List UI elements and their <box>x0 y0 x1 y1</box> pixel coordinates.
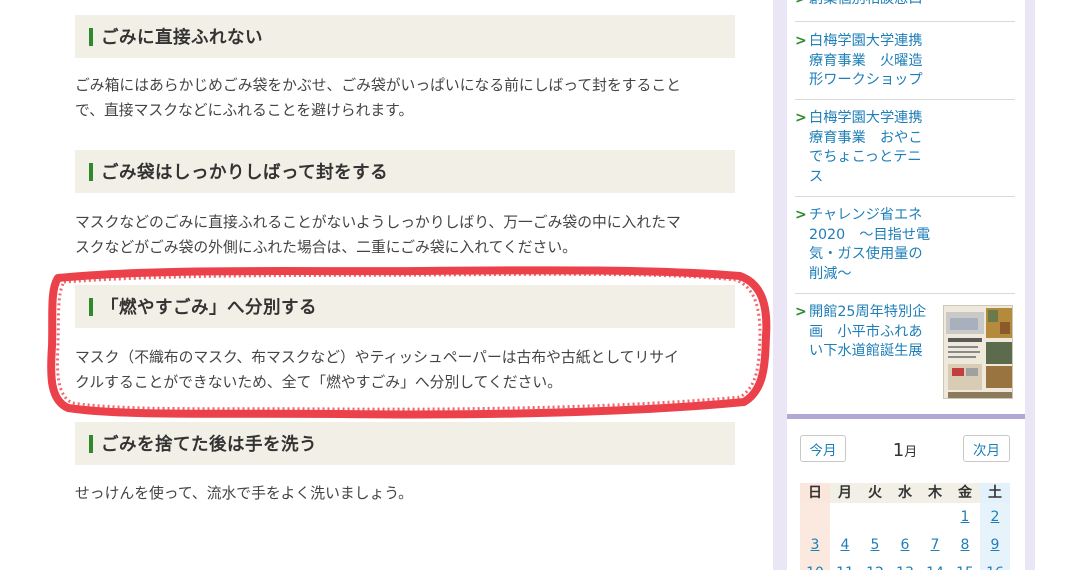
section-paragraph-4: せっけんを使って、流水で手をよく洗いましょう。 <box>75 481 735 506</box>
calendar-day[interactable]: 2 <box>980 503 1010 531</box>
chevron-right-icon: > <box>795 304 807 320</box>
heading-bar-icon <box>89 297 93 316</box>
paragraph-line: せっけんを使って、流水で手をよく洗いましょう。 <box>75 485 413 502</box>
chevron-right-icon: > <box>795 110 807 126</box>
calendar-day[interactable]: 10 <box>800 559 830 570</box>
sidebar-link[interactable]: 開館25周年特別企画 小平市ふれあい下水道館誕生展 <box>809 303 927 362</box>
weekday-thu: 木 <box>920 483 950 503</box>
sidebar-link[interactable]: チャレンジ省エネ2020 ～目指せ電気・ガス使用量の削減～ <box>809 206 931 284</box>
calendar-day[interactable]: 5 <box>860 531 890 559</box>
paragraph-line: マスクなどのごみに直接ふれることがないようしっかりしばり、万一ごみ袋の中に入れた… <box>75 214 681 231</box>
sidebar-link[interactable]: 白梅学園大学連携療育事業 火曜造形ワークショップ <box>809 32 931 91</box>
calendar-day-empty <box>800 503 830 531</box>
calendar-day[interactable]: 16 <box>980 559 1010 570</box>
sidebar-item-partial[interactable]: > 創業個別相談窓口 <box>795 0 1015 22</box>
chevron-right-icon: > <box>795 207 807 223</box>
section-heading-text: 「燃やすごみ」へ分別する <box>101 298 317 318</box>
weekday-fri: 金 <box>950 483 980 503</box>
section-paragraph-3: マスク（不織布のマスク、布マスクなど）やティッシュペーパーは古布や古紙としてリサ… <box>75 345 735 395</box>
calendar-day[interactable]: 12 <box>860 559 890 570</box>
section-heading-1: ごみに直接ふれない <box>75 15 735 58</box>
section-heading-text: ごみを捨てた後は手を洗う <box>101 435 317 455</box>
calendar-month-number: 1 <box>892 440 905 461</box>
calendar-day[interactable]: 13 <box>890 559 920 570</box>
calendar-day[interactable]: 7 <box>920 531 950 559</box>
heading-bar-icon <box>89 27 93 46</box>
sidebar-item-1[interactable]: > 白梅学園大学連携療育事業 火曜造形ワークショップ <box>795 32 1015 100</box>
poster-image-icon <box>944 306 1012 398</box>
section-paragraph-2: マスクなどのごみに直接ふれることがないようしっかりしばり、万一ごみ袋の中に入れた… <box>75 210 735 260</box>
sidebar-item-3[interactable]: > チャレンジ省エネ2020 ～目指せ電気・ガス使用量の削減～ <box>795 206 1015 294</box>
calendar-next-month-button[interactable]: 次月 <box>963 435 1010 462</box>
weekday-mon: 月 <box>830 483 860 503</box>
section-heading-text: ごみに直接ふれない <box>101 28 263 48</box>
event-poster-thumbnail[interactable] <box>943 305 1013 399</box>
calendar-day[interactable]: 15 <box>950 559 980 570</box>
paragraph-line: ごみ箱にはあらかじめごみ袋をかぶせ、ごみ袋がいっぱいになる前にしばって封をするこ… <box>75 77 681 94</box>
calendar-day[interactable]: 1 <box>950 503 980 531</box>
sidebar-link[interactable]: 創業個別相談窓口 <box>809 0 931 10</box>
calendar-this-month-button[interactable]: 今月 <box>800 435 846 462</box>
calendar-day[interactable]: 14 <box>920 559 950 570</box>
section-heading-4: ごみを捨てた後は手を洗う <box>75 422 735 465</box>
calendar-day[interactable]: 8 <box>950 531 980 559</box>
paragraph-line: マスク（不織布のマスク、布マスクなど）やティッシュペーパーは古布や古紙としてリサ… <box>75 349 679 366</box>
sidebar-item-4[interactable]: > 開館25周年特別企画 小平市ふれあい下水道館誕生展 <box>795 303 1015 401</box>
section-heading-3: 「燃やすごみ」へ分別する <box>75 285 735 328</box>
calendar-day[interactable]: 4 <box>830 531 860 559</box>
chevron-right-icon: > <box>795 33 807 49</box>
heading-bar-icon <box>89 162 93 181</box>
weekday-tue: 火 <box>860 483 890 503</box>
paragraph-line: スクなどがごみ袋の外側にふれた場合は、二重にごみ袋に入れてください。 <box>75 239 577 256</box>
section-heading-2: ごみ袋はしっかりしばって封をする <box>75 150 735 193</box>
weekday-sat: 土 <box>980 483 1010 503</box>
calendar-day[interactable]: 6 <box>890 531 920 559</box>
heading-bar-icon <box>89 434 93 453</box>
sidebar-link[interactable]: 白梅学園大学連携療育事業 おやこでちょこっとテニス <box>809 109 931 187</box>
calendar-day[interactable]: 3 <box>800 531 830 559</box>
calendar-day[interactable]: 9 <box>980 531 1010 559</box>
section-heading-text: ごみ袋はしっかりしばって封をする <box>101 163 389 183</box>
paragraph-line: で、直接マスクなどにふれることを避けられます。 <box>75 102 414 119</box>
section-paragraph-1: ごみ箱にはあらかじめごみ袋をかぶせ、ごみ袋がいっぱいになる前にしばって封をするこ… <box>75 73 735 123</box>
weekday-wed: 水 <box>890 483 920 503</box>
calendar-month-title: 1月 <box>880 440 930 461</box>
weekday-sun: 日 <box>800 483 830 503</box>
chevron-right-icon: > <box>795 0 807 10</box>
paragraph-line: クルすることができないため、全て「燃やすごみ」へ分別してください。 <box>75 374 562 391</box>
calendar-day[interactable]: 11 <box>830 559 860 570</box>
sidebar-item-2[interactable]: > 白梅学園大学連携療育事業 おやこでちょこっとテニス <box>795 109 1015 197</box>
calendar-month-unit: 月 <box>904 445 918 460</box>
